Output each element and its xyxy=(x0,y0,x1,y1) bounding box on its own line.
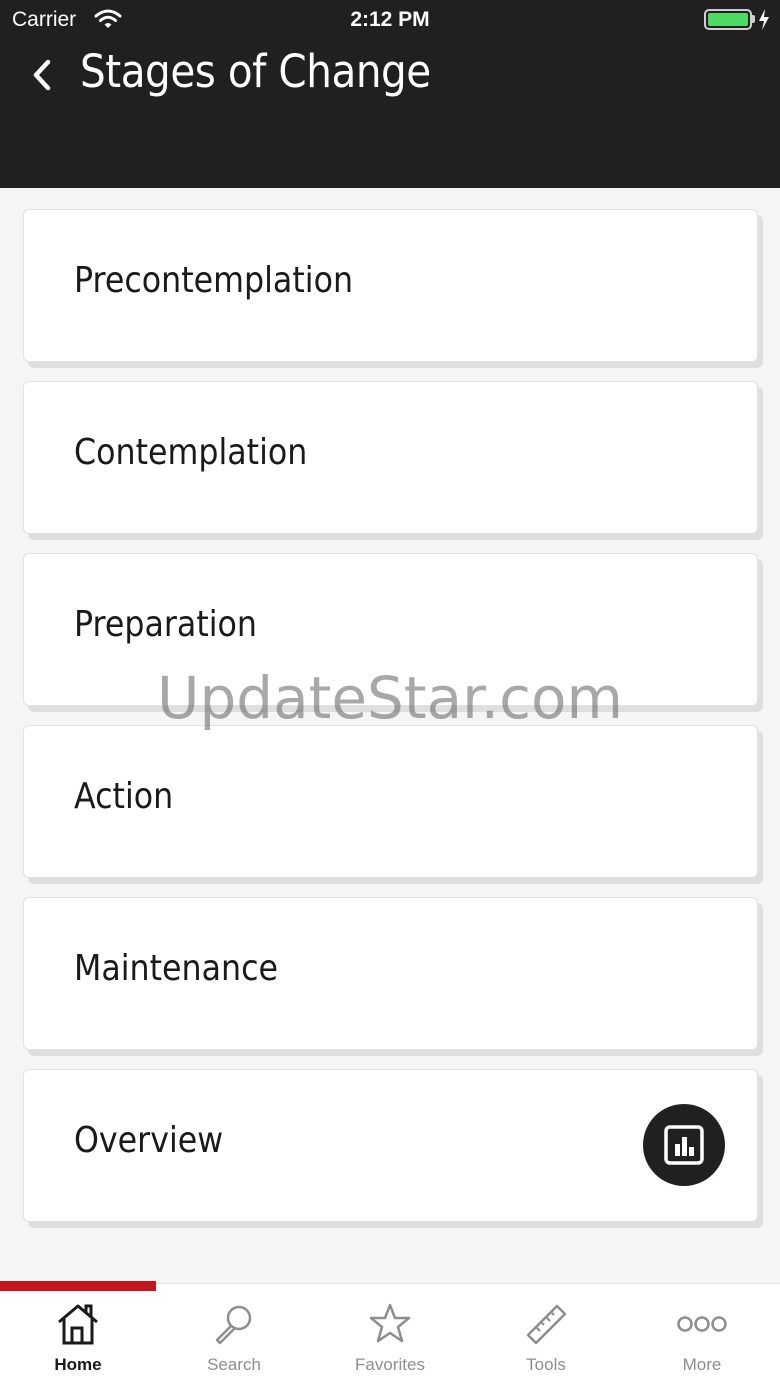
tab-label: Search xyxy=(207,1355,261,1374)
tab-favorites[interactable]: Favorites xyxy=(312,1284,468,1387)
tab-more[interactable]: More xyxy=(624,1284,780,1387)
charging-bolt-icon xyxy=(759,9,769,30)
tab-label: More xyxy=(682,1355,722,1374)
tab-bar: Home Search Favorites Tools More xyxy=(0,1283,780,1387)
tab-label: Home xyxy=(54,1355,102,1374)
active-tab-indicator xyxy=(0,1281,156,1291)
stage-card-overview[interactable]: Overview xyxy=(23,1069,758,1222)
tab-search[interactable]: Search xyxy=(156,1284,312,1387)
battery-tip xyxy=(752,15,755,23)
card-label: Preparation xyxy=(74,604,258,645)
search-icon xyxy=(215,1305,252,1345)
ruler-icon xyxy=(526,1304,567,1345)
battery-icon xyxy=(704,9,752,30)
tab-home[interactable]: Home xyxy=(0,1284,156,1387)
bar-chart-icon xyxy=(664,1125,704,1165)
card-label: Action xyxy=(74,776,174,817)
chart-button[interactable] xyxy=(643,1104,725,1186)
stage-card-action[interactable]: Action xyxy=(23,725,758,878)
card-label: Overview xyxy=(74,1120,224,1161)
card-label: Contemplation xyxy=(74,432,308,473)
status-bar: Carrier 2:12 PM xyxy=(0,0,780,40)
more-icon xyxy=(677,1316,727,1332)
stage-card-precontemplation[interactable]: Precontemplation xyxy=(23,209,758,362)
clock: 2:12 PM xyxy=(350,8,430,31)
tab-label: Tools xyxy=(526,1355,566,1374)
page-title: Stages of Change xyxy=(80,45,431,98)
home-icon xyxy=(58,1304,98,1345)
back-button[interactable] xyxy=(26,54,60,96)
tab-label: Favorites xyxy=(355,1355,425,1374)
card-label: Precontemplation xyxy=(74,260,354,301)
watermark: UpdateStar.com xyxy=(157,664,623,732)
stage-card-contemplation[interactable]: Contemplation xyxy=(23,381,758,534)
stage-card-maintenance[interactable]: Maintenance xyxy=(23,897,758,1050)
card-label: Maintenance xyxy=(74,948,279,989)
star-icon xyxy=(369,1303,411,1343)
nav-header: Carrier 2:12 PM Stages of Change xyxy=(0,0,780,188)
tab-tools[interactable]: Tools xyxy=(468,1284,624,1387)
